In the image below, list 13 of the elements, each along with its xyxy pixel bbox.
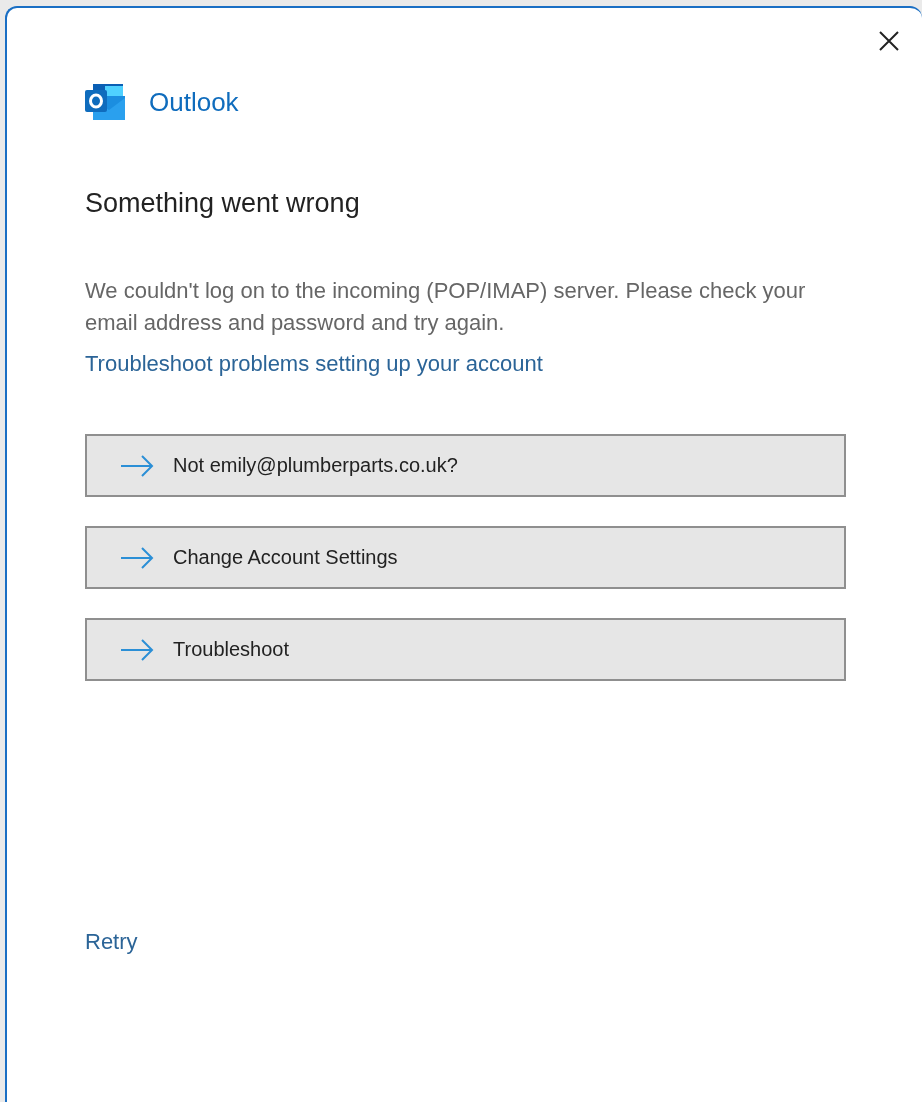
error-message: We couldn't log on to the incoming (POP/IMAP) server. Please check your email address and password and try again. [85,277,807,337]
arrow-icon [120,454,154,477]
outlook-logo-icon [85,84,125,120]
action-button[interactable]: Not emily@plumberparts.co.uk? [85,434,846,497]
arrow-icon [120,638,154,661]
arrow-icon [120,546,154,569]
action-button[interactable]: Troubleshoot [85,618,846,681]
action-button[interactable]: Change Account Settings [85,526,846,589]
close-icon [879,31,899,51]
help-link[interactable]: Troubleshoot problems setting up your account [85,351,543,377]
retry-link[interactable]: Retry [85,929,138,955]
app-name: Outlook [149,86,239,118]
dialog-heading: Something went wrong [85,188,361,219]
